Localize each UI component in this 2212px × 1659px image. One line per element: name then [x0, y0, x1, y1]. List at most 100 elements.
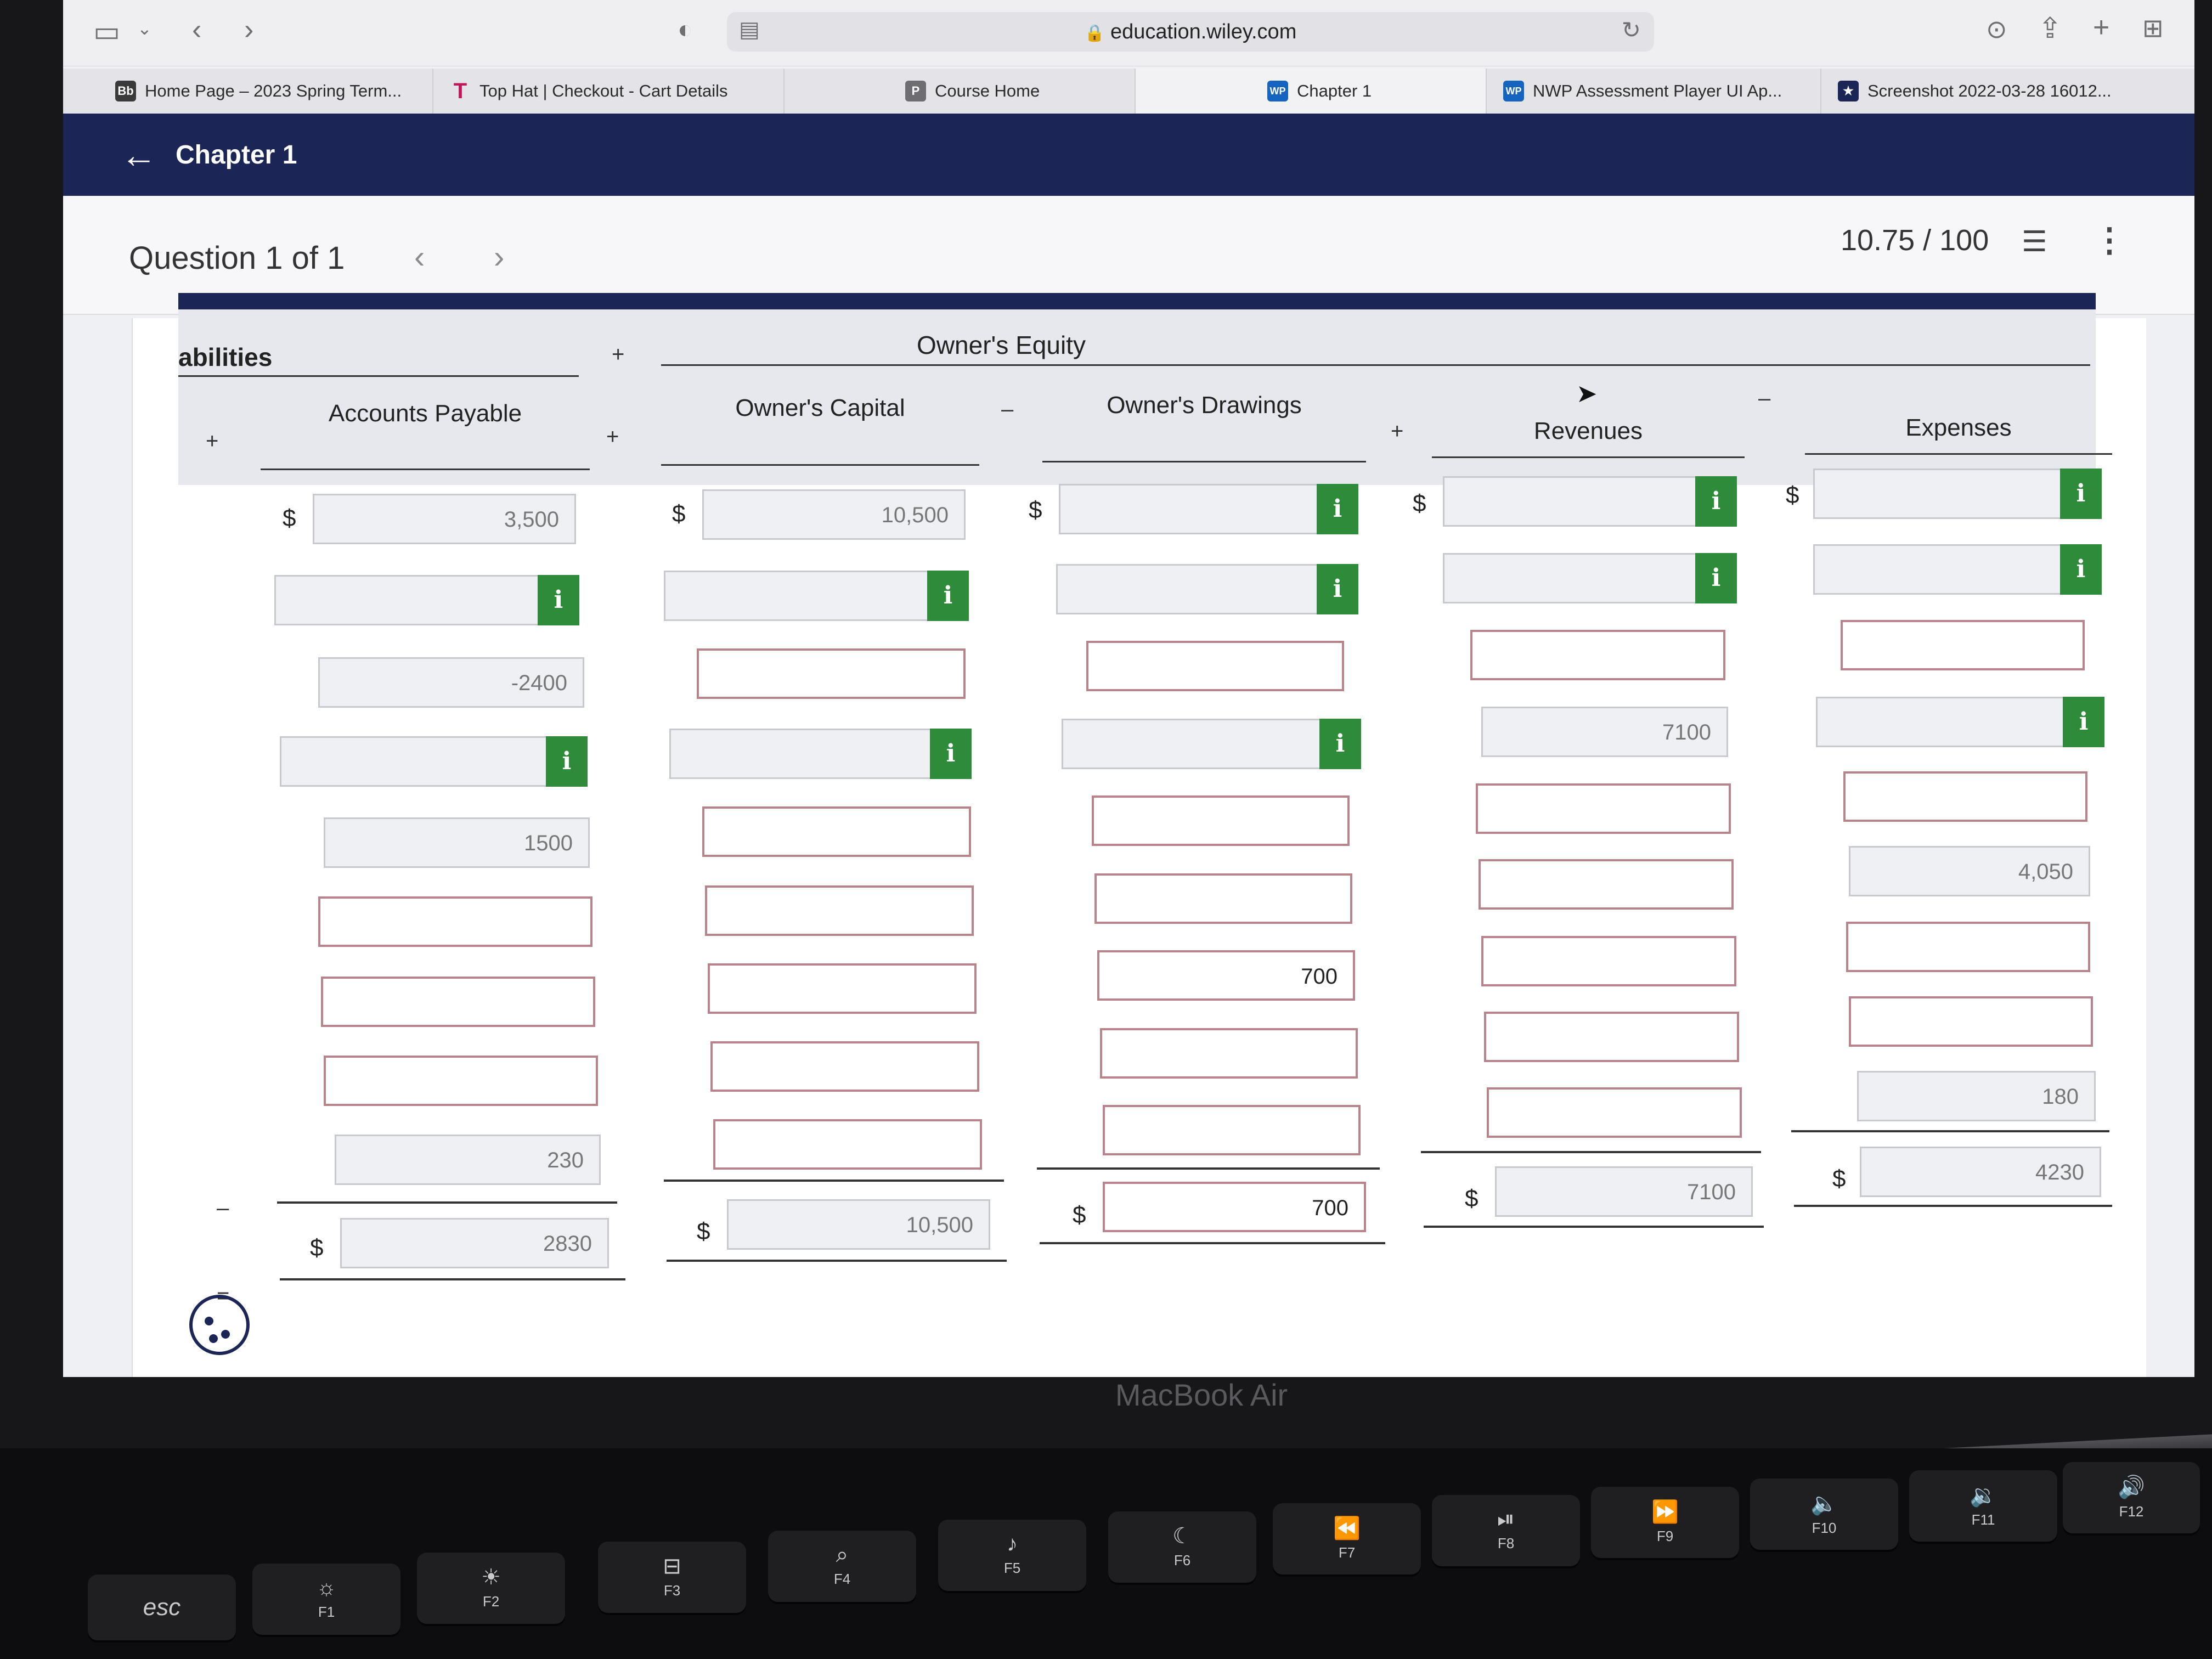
oc-row9-field[interactable] [713, 1119, 982, 1170]
od-row3-field[interactable] [1086, 641, 1344, 691]
ap-row1-field[interactable]: 3,500 [313, 494, 576, 544]
info-icon[interactable]: i [2063, 697, 2104, 747]
oc-row6-field[interactable] [705, 885, 974, 936]
od-row5-field[interactable] [1092, 795, 1350, 846]
exp-row1-field[interactable] [1813, 469, 2066, 519]
tab-chapter-1[interactable]: WP Chapter 1 [1136, 69, 1487, 114]
info-icon[interactable]: i [1695, 476, 1737, 527]
f12-key[interactable]: 🔊 F12 [2063, 1462, 2200, 1533]
f7-key[interactable]: ⏪ F7 [1273, 1503, 1421, 1575]
f9-key[interactable]: ⏩ F9 [1591, 1487, 1739, 1558]
od-row7-field[interactable]: 700 [1097, 950, 1355, 1001]
rev-row9-field[interactable] [1487, 1087, 1742, 1138]
tab-label: Screenshot 2022-03-28 16012... [1867, 81, 2112, 100]
tab-home-page[interactable]: Bb Home Page – 2023 Spring Term... [99, 69, 433, 114]
tab-screenshot[interactable]: ★ Screenshot 2022-03-28 16012... [1821, 69, 2194, 114]
rev-row1-field[interactable] [1443, 476, 1701, 527]
rev-total-field[interactable]: 7100 [1495, 1166, 1753, 1217]
f11-key[interactable]: 🔉 F11 [1909, 1470, 2057, 1542]
tab-top-hat[interactable]: T Top Hat | Checkout - Cart Details [433, 69, 785, 114]
oc-row7-field[interactable] [708, 963, 977, 1014]
info-icon[interactable]: i [930, 729, 972, 779]
exp-row9-field[interactable]: 180 [1857, 1071, 2096, 1121]
exp-row4-field[interactable] [1816, 697, 2068, 747]
tab-nwp-assessment[interactable]: WP NWP Assessment Player UI Ap... [1487, 69, 1821, 114]
back-arrow-icon[interactable]: ← [121, 137, 157, 173]
ap-total-field[interactable]: 2830 [340, 1218, 609, 1268]
rev-row2-field[interactable] [1443, 553, 1701, 603]
od-row1-field[interactable] [1059, 484, 1322, 534]
ap-row4-field[interactable] [280, 736, 551, 787]
rev-row5-field[interactable] [1476, 783, 1731, 834]
info-icon[interactable]: i [2060, 544, 2102, 595]
esc-key[interactable]: esc [88, 1575, 236, 1640]
rev-row4-field[interactable]: 7100 [1481, 707, 1728, 757]
f1-key[interactable]: ☼ F1 [252, 1564, 400, 1635]
exp-row8-field[interactable] [1849, 996, 2093, 1047]
oc-row4-field[interactable] [669, 729, 935, 779]
share-icon[interactable]: ⇪ [2038, 14, 2062, 43]
rev-row3-field[interactable] [1470, 630, 1725, 680]
info-icon[interactable]: i [927, 571, 969, 621]
cookie-icon[interactable] [189, 1295, 250, 1355]
col-underline [661, 464, 979, 466]
exp-row3-field[interactable] [1841, 620, 2085, 670]
f3-key[interactable]: ⊟ F3 [598, 1542, 746, 1613]
reload-icon[interactable]: ↻ [1622, 19, 1641, 42]
oc-row1-field[interactable]: 10,500 [702, 489, 966, 540]
f4-key[interactable]: ⌕ F4 [768, 1531, 916, 1602]
f5-key[interactable]: ♪ F5 [938, 1520, 1086, 1591]
ap-row9-field[interactable]: 230 [335, 1135, 601, 1185]
od-row4-field[interactable] [1062, 719, 1325, 769]
chevron-down-icon[interactable]: ⌄ [137, 20, 152, 37]
info-icon[interactable]: i [1317, 564, 1358, 614]
oc-row5-field[interactable] [702, 806, 971, 857]
f2-key[interactable]: ☀ F2 [417, 1553, 565, 1624]
tab-course-home[interactable]: P Course Home [785, 69, 1136, 114]
new-tab-icon[interactable]: + [2093, 13, 2109, 42]
ap-row8-field[interactable] [324, 1056, 598, 1106]
info-icon[interactable]: i [1317, 484, 1358, 534]
od-row8-field[interactable] [1100, 1028, 1358, 1079]
exp-row5-field[interactable] [1843, 771, 2087, 822]
ap-row2-field[interactable] [274, 575, 543, 625]
oc-row3-field[interactable] [697, 648, 966, 699]
oc-row8-field[interactable] [710, 1041, 979, 1092]
ap-row6-field[interactable] [318, 896, 592, 947]
address-bar[interactable]: ▤ 🔒 education.wiley.com ↻ [727, 12, 1654, 52]
info-icon[interactable]: i [546, 736, 588, 787]
exp-total-field[interactable]: 4230 [1860, 1147, 2101, 1197]
exp-row2-field[interactable] [1813, 544, 2066, 595]
info-icon[interactable]: i [538, 575, 579, 625]
exp-row7-field[interactable] [1846, 922, 2090, 972]
oc-total-field[interactable]: 10,500 [727, 1199, 990, 1250]
exp-row6-field[interactable]: 4,050 [1849, 846, 2090, 896]
rev-row6-field[interactable] [1479, 859, 1734, 910]
f10-key[interactable]: 🔈 F10 [1750, 1479, 1898, 1550]
ap-row7-field[interactable] [321, 977, 595, 1027]
ap-row3-field[interactable]: -2400 [318, 657, 584, 708]
next-question-icon[interactable]: › [494, 239, 504, 275]
ap-row5-field[interactable]: 1500 [324, 817, 590, 868]
more-options-icon[interactable]: ⋮ [2093, 221, 2126, 259]
forward-icon[interactable]: › [244, 15, 253, 44]
shield-icon[interactable]: ◐ [678, 16, 693, 42]
info-icon[interactable]: i [1695, 553, 1737, 603]
question-list-icon[interactable]: ☰ [2022, 225, 2047, 258]
od-total-field[interactable]: 700 [1103, 1182, 1366, 1232]
back-icon[interactable]: ‹ [192, 15, 201, 44]
prev-question-icon[interactable]: ‹ [414, 239, 425, 275]
od-row9-field[interactable] [1103, 1105, 1361, 1155]
rev-row8-field[interactable] [1484, 1012, 1739, 1062]
download-icon[interactable]: ⊙ [1986, 16, 2007, 42]
info-icon[interactable]: i [2060, 469, 2102, 519]
rev-row7-field[interactable] [1481, 936, 1736, 986]
sidebar-icon[interactable]: ▭ [93, 18, 120, 46]
f6-key[interactable]: ☾ F6 [1108, 1511, 1256, 1583]
od-row2-field[interactable] [1056, 564, 1319, 614]
f8-key[interactable]: ⏯ F8 [1432, 1495, 1580, 1566]
info-icon[interactable]: i [1319, 719, 1361, 769]
oc-row2-field[interactable] [664, 571, 933, 621]
od-row6-field[interactable] [1094, 873, 1352, 924]
tab-overview-icon[interactable]: ⊞ [2142, 15, 2164, 41]
